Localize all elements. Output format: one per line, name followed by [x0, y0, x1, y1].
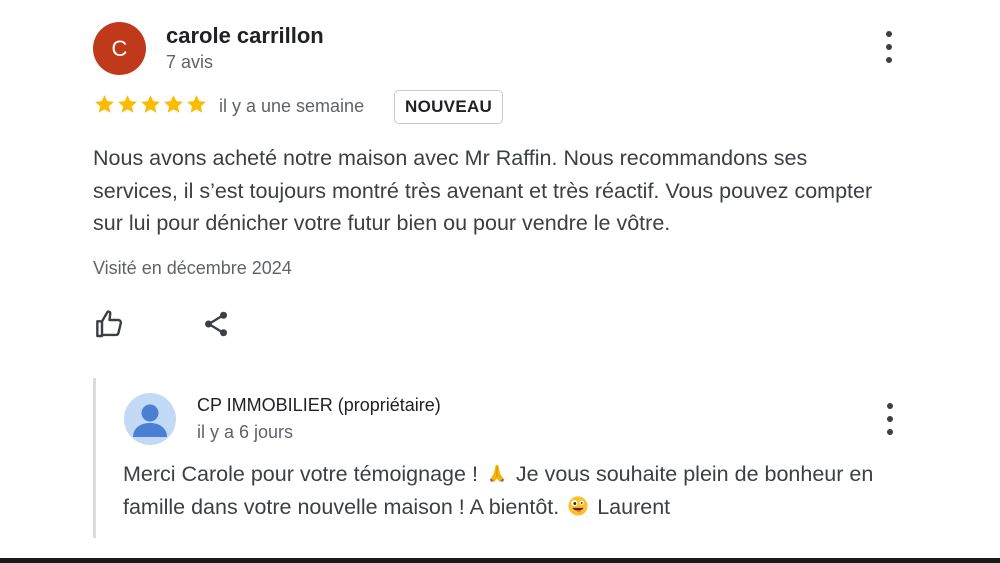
- review-card: C carole carrillon 7 avis il y a une sem…: [0, 0, 1000, 563]
- divider: [0, 558, 1000, 563]
- share-button[interactable]: [199, 307, 233, 341]
- owner-name: CP IMMOBILIER (propriétaire): [197, 395, 441, 415]
- reply-date: il y a 6 jours: [197, 422, 294, 442]
- star-icon: [187, 95, 206, 113]
- reviewer-review-count[interactable]: 7 avis: [166, 52, 213, 73]
- reviewer-avatar[interactable]: C: [93, 22, 146, 75]
- review-text: Nous avons acheté notre maison avec Mr R…: [93, 146, 873, 235]
- new-badge: NOUVEAU: [394, 90, 504, 124]
- star-icon: [141, 95, 160, 113]
- owner-avatar[interactable]: [124, 393, 176, 445]
- reply-signature: Laurent: [597, 495, 671, 519]
- star-icon: [118, 95, 137, 113]
- thumb-up-icon: [96, 310, 123, 338]
- star-icon: [164, 95, 183, 113]
- visit-date: Visité en décembre 2024: [93, 258, 292, 278]
- reviewer-avatar-letter: C: [111, 35, 128, 61]
- like-button[interactable]: [93, 307, 127, 341]
- owner-reply: CP IMMOBILIER (propriétaire) il y a 6 jo…: [93, 378, 956, 538]
- reviewer-name[interactable]: carole carrillon: [166, 23, 324, 49]
- star-rating: [93, 93, 208, 116]
- reply-text: Merci Carole pour votre témoignage ! Je …: [123, 458, 923, 524]
- review-date: il y a une semaine: [219, 96, 365, 116]
- review-more-options-icon[interactable]: [883, 31, 895, 63]
- person-icon: [133, 404, 167, 437]
- star-icon: [95, 95, 114, 113]
- reply-text-part1: Merci Carole pour votre témoignage !: [123, 462, 478, 486]
- folded-hands-emoji: [489, 464, 505, 483]
- reply-more-options-icon[interactable]: [884, 403, 896, 435]
- share-icon: [205, 311, 227, 337]
- zany-face-emoji: [568, 496, 588, 516]
